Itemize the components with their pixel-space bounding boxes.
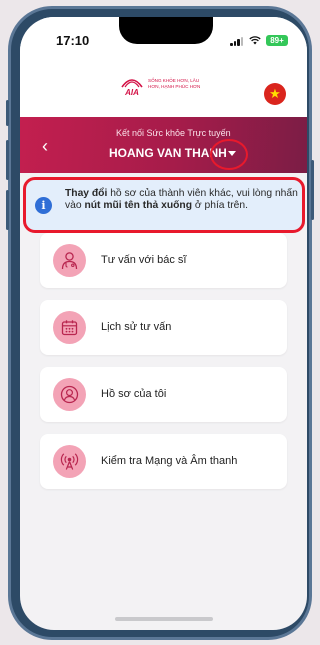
logo-text: AIA (124, 88, 139, 97)
info-icon: i (35, 197, 52, 214)
menu-item-label: Hồ sơ của tôi (101, 388, 167, 400)
doctor-icon (53, 244, 86, 277)
network-icon (53, 445, 86, 478)
menu-item-network-audio-check[interactable]: Kiểm tra Mạng và Âm thanh (40, 434, 287, 489)
signal-icon (230, 37, 244, 46)
mute-switch (6, 100, 9, 126)
volume-up-button (6, 140, 9, 180)
menu-item-my-profile[interactable]: Hồ sơ của tôi (40, 367, 287, 422)
menu-item-doctor-consult[interactable]: Tư vấn với bác sĩ (40, 233, 287, 288)
star-icon: ★ (269, 86, 281, 101)
info-message: Thay đổi hồ sơ của thành viên khác, vui … (65, 188, 301, 212)
info-notice: i Thay đổi hồ sơ của thành viên khác, vu… (23, 177, 305, 233)
home-indicator (115, 617, 213, 621)
header-subtitle: Kết nối Sức khỏe Trực tuyến (116, 128, 231, 138)
dropdown-highlight-circle (210, 139, 248, 170)
menu-item-label: Lịch sử tư vấn (101, 321, 172, 333)
dynamic-island (119, 17, 213, 44)
power-button (311, 160, 314, 220)
brand-tagline: SỐNG KHỎE HƠN, LÂU HƠN, HẠNH PHÚC HƠN (148, 78, 201, 89)
brand-bar: AIA SỐNG KHỎE HƠN, LÂU HƠN, HẠNH PHÚC HƠ… (20, 63, 307, 117)
menu-item-consult-history[interactable]: Lịch sử tư vấn (40, 300, 287, 355)
header-banner: ‹ Kết nối Sức khỏe Trực tuyến HOANG VAN … (20, 117, 307, 173)
info-bold-1: Thay đổi (65, 188, 108, 199)
wifi-icon (249, 36, 261, 45)
language-flag-button[interactable]: ★ (264, 83, 286, 105)
app-screen: 17:10 89+ AIA SỐNG KHỎE HƠN, LÂU HƠN, HẠ… (20, 17, 307, 630)
aia-logo: AIA (121, 79, 143, 97)
status-time: 17:10 (56, 33, 90, 48)
info-text-2: ở phía trên. (192, 200, 248, 211)
menu-item-label: Kiểm tra Mạng và Âm thanh (101, 455, 238, 467)
profile-icon (53, 378, 86, 411)
calendar-icon (53, 311, 86, 344)
volume-down-button (6, 190, 9, 230)
back-button[interactable]: ‹ (42, 136, 48, 157)
battery-indicator: 89+ (266, 35, 288, 46)
menu-item-label: Tư vấn với bác sĩ (101, 254, 187, 266)
info-bold-2: nút mũi tên thả xuống (84, 200, 193, 211)
status-bar: 17:10 89+ (20, 17, 307, 63)
